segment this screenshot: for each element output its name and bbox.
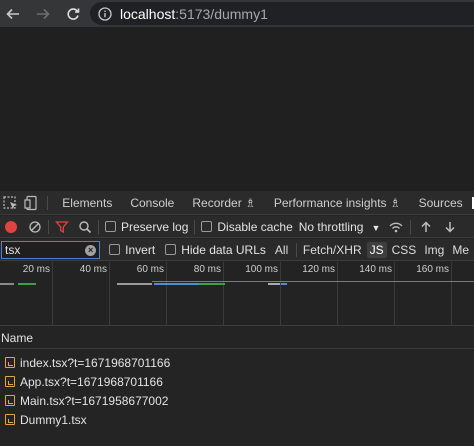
throttling-select[interactable]: No throttling ▼: [299, 220, 381, 234]
table-row[interactable]: Main.tsx?t=1671958677002: [0, 391, 474, 410]
dropdown-arrow-icon: ▼: [371, 222, 381, 233]
url-host: localhost: [120, 5, 176, 22]
clear-filter-icon[interactable]: ×: [85, 244, 97, 256]
timeline-tick-label: 140 ms: [359, 264, 392, 275]
request-name: App.tsx?t=1671968701166: [20, 374, 163, 389]
timeline-gridline: [166, 262, 167, 326]
request-bar: [268, 283, 280, 285]
import-har-icon[interactable]: [419, 220, 433, 234]
timeline-gridline: [223, 262, 224, 326]
timeline-gridline: [451, 262, 452, 326]
request-name: Dummy1.tsx: [20, 412, 87, 427]
tab-recorder[interactable]: Recorder ♗: [183, 191, 264, 215]
tab-performance-insights[interactable]: Performance insights ♗: [265, 191, 410, 215]
page-viewport: [0, 27, 474, 191]
info-icon[interactable]: [98, 6, 112, 21]
network-toolbar: Preserve log Disable cache No throttling…: [0, 216, 474, 238]
throttling-value: No throttling: [298, 219, 364, 234]
address-bar[interactable]: localhost:5173/dummy1: [90, 2, 474, 25]
network-overview-timeline[interactable]: 20 ms 40 ms 60 ms 80 ms 100 ms 120 ms 14…: [0, 262, 474, 326]
divider: [296, 242, 297, 257]
filter-type-img[interactable]: Img: [421, 242, 447, 258]
script-file-icon: [5, 376, 15, 387]
filter-icon[interactable]: [55, 220, 69, 234]
timeline-tick-label: 60 ms: [136, 264, 164, 275]
disable-cache-checkbox[interactable]: Disable cache: [201, 219, 293, 234]
url-path: :5173/dummy1: [175, 5, 268, 22]
divider: [98, 219, 99, 234]
invert-label: Invert: [125, 242, 156, 257]
device-toggle-icon[interactable]: [23, 195, 41, 211]
request-bar: [281, 283, 287, 285]
timeline-gridline: [109, 262, 110, 326]
filter-type-fetch-xhr[interactable]: Fetch/XHR: [300, 242, 365, 258]
request-bar: [152, 281, 474, 282]
table-row[interactable]: App.tsx?t=1671968701166: [0, 372, 474, 391]
divider: [48, 219, 49, 234]
filter-input[interactable]: tsx ×: [1, 240, 101, 259]
table-row[interactable]: index.tsx?t=1671968701166: [0, 353, 474, 372]
timeline-tick-label: 100 ms: [245, 264, 278, 275]
search-icon[interactable]: [78, 220, 92, 234]
preserve-log-checkbox[interactable]: Preserve log: [105, 220, 188, 234]
request-name: index.tsx?t=1671968701166: [20, 355, 171, 370]
name-column-header[interactable]: Name: [0, 327, 474, 349]
reload-icon: [67, 7, 80, 20]
request-bar: [199, 283, 225, 285]
hide-data-urls-label: Hide data URLs: [181, 242, 266, 257]
filter-type-media[interactable]: Me: [449, 242, 472, 258]
timeline-tick-label: 80 ms: [193, 264, 221, 275]
request-bar: [18, 283, 36, 285]
hide-data-urls-checkbox[interactable]: Hide data URLs: [165, 243, 266, 257]
table-row[interactable]: Dummy1.tsx: [0, 410, 474, 429]
tab-elements[interactable]: Elements: [53, 191, 121, 215]
timeline-tick-label: 160 ms: [416, 264, 449, 275]
inspect-element-icon[interactable]: [2, 195, 20, 211]
export-har-icon[interactable]: [443, 220, 457, 234]
arrow-left-icon: [6, 8, 19, 19]
network-filterbar: tsx × Invert Hide data URLs All Fetch/XH…: [0, 239, 474, 261]
filter-type-all[interactable]: All: [272, 242, 291, 258]
script-file-icon: [5, 395, 15, 406]
script-file-icon: [5, 357, 15, 368]
filter-type-js[interactable]: JS: [366, 241, 387, 258]
reload-button[interactable]: [60, 0, 86, 27]
request-bar: [117, 283, 152, 285]
invert-checkbox[interactable]: Invert: [109, 243, 155, 257]
timeline-tick-label: 20 ms: [22, 264, 50, 275]
network-conditions-icon[interactable]: [388, 220, 404, 234]
disable-cache-label: Disable cache: [217, 219, 293, 234]
preserve-log-label: Preserve log: [121, 219, 189, 234]
arrow-right-icon: [37, 8, 50, 19]
devtools-tabbar: Elements Console Recorder ♗ Performance …: [0, 191, 474, 215]
requests-table: Name index.tsx?t=1671968701166 App.tsx?t…: [0, 327, 474, 446]
devtools-panel: Elements Console Recorder ♗ Performance …: [0, 191, 474, 446]
filter-value: tsx: [5, 242, 21, 257]
browser-toolbar: localhost:5173/dummy1: [0, 0, 474, 27]
timeline-gridline: [337, 262, 338, 326]
tab-console[interactable]: Console: [121, 191, 183, 215]
request-bar: [0, 283, 14, 285]
filter-type-css[interactable]: CSS: [389, 242, 420, 258]
request-name: Main.tsx?t=1671958677002: [20, 393, 169, 408]
divider: [194, 219, 196, 234]
divider: [410, 219, 412, 234]
tab-sources[interactable]: Sources: [410, 191, 472, 215]
timeline-tick-label: 40 ms: [79, 264, 107, 275]
back-button[interactable]: [0, 0, 26, 27]
timeline-gridline: [52, 262, 53, 326]
timeline-tick-label: 120 ms: [302, 264, 335, 275]
clear-icon[interactable]: [28, 220, 42, 234]
script-file-icon: [5, 414, 15, 425]
record-button[interactable]: [5, 220, 17, 233]
timeline-gridline: [394, 262, 395, 326]
forward-button[interactable]: [30, 0, 56, 27]
timeline-gridline: [280, 262, 281, 326]
request-bar: [154, 283, 199, 285]
